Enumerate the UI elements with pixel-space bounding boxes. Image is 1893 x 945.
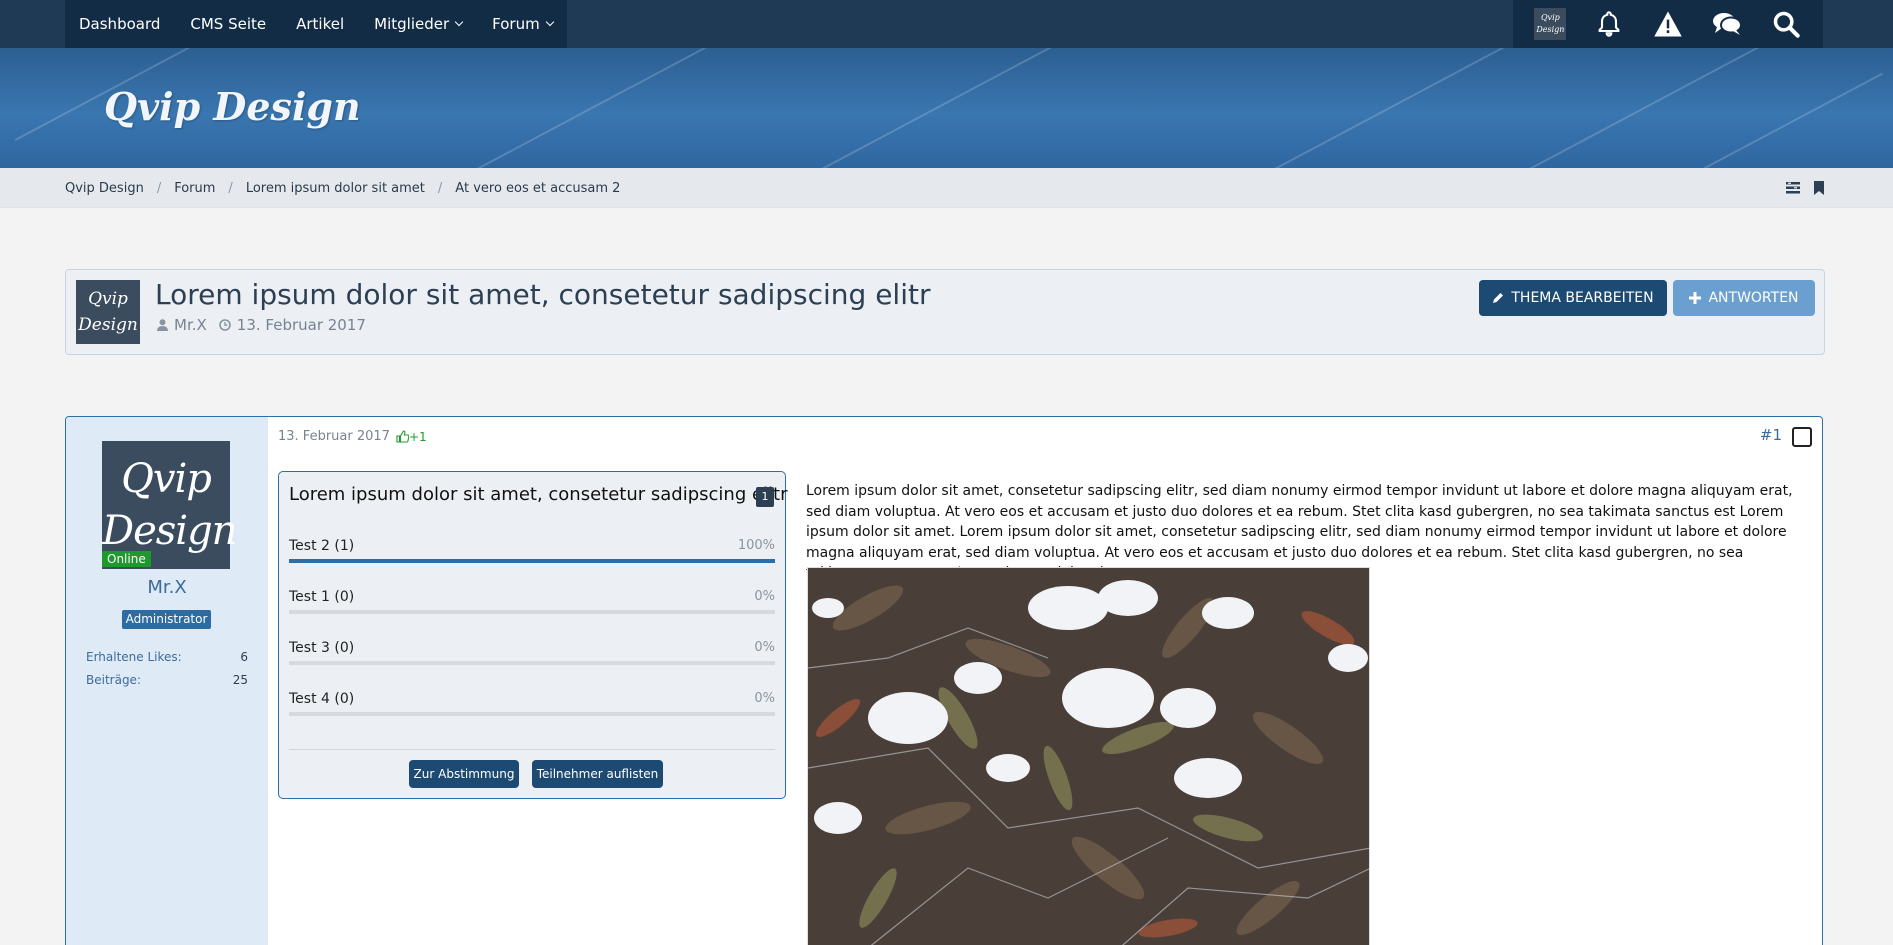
poll-option-percent: 0% (754, 691, 775, 706)
username[interactable]: Mr.X (66, 577, 268, 598)
poll-vote-count: 1 (756, 487, 774, 507)
poll-option-bar (289, 610, 775, 614)
user-stat-posts: Beiträge: 25 (86, 673, 248, 687)
decor-streak (404, 48, 776, 168)
post-date: 13. Februar 2017 +1 (278, 429, 427, 444)
poll-option-label: Test 4 (0) (289, 691, 355, 707)
post-date-text[interactable]: 13. Februar 2017 (278, 429, 390, 444)
stat-label[interactable]: Beiträge: (86, 673, 141, 687)
nav-dashboard-label: Dashboard (79, 15, 161, 33)
poll-option-percent: 0% (754, 640, 775, 655)
chevron-down-icon (454, 17, 464, 27)
poll-title: Lorem ipsum dolor sit amet, consetetur s… (289, 484, 788, 505)
bookmark-icon[interactable] (1813, 180, 1825, 199)
decor-streak (1172, 48, 1528, 168)
nav-artikel[interactable]: Artikel (296, 15, 344, 33)
reply-label: ANTWORTEN (1708, 290, 1799, 306)
breadcrumb-bar: Qvip Design / Forum / Lorem ipsum dolor … (0, 168, 1893, 208)
nav-dashboard[interactable]: Dashboard (79, 15, 160, 33)
vote-button[interactable]: Zur Abstimmung (409, 760, 519, 788)
breadcrumb-item[interactable]: Qvip Design (65, 181, 144, 196)
nav-cms-seite[interactable]: CMS Seite (190, 15, 266, 33)
chat-bubbles-icon[interactable] (1711, 8, 1743, 40)
user-avatar-icon[interactable]: Qvip Design (1534, 8, 1567, 40)
top-navigation-bar: Dashboard CMS Seite Artikel Mitglieder F… (0, 0, 1893, 48)
breadcrumb-item[interactable]: Lorem ipsum dolor sit amet (246, 181, 425, 196)
breadcrumb-separator: / (156, 180, 162, 196)
breadcrumb-separator: / (437, 180, 443, 196)
poll-option: Test 4 (0) 0% (289, 691, 775, 731)
post-user-pane: Qvip Design Online Mr.X Administrator Erh… (66, 417, 268, 945)
poll-option: Test 2 (1) 100% (289, 538, 775, 578)
decor-streak (1617, 72, 1883, 168)
user-tools: Qvip Design (1513, 0, 1823, 48)
post-number[interactable]: #1 (1760, 426, 1782, 444)
chevron-down-icon (545, 17, 554, 27)
user-stat-likes: Erhaltene Likes: 6 (86, 650, 248, 664)
nav-artikel-label: Artikel (296, 15, 345, 33)
main-nav: Dashboard CMS Seite Artikel Mitglieder F… (65, 0, 567, 48)
search-icon[interactable] (1770, 8, 1802, 40)
poll: Lorem ipsum dolor sit amet, consetetur s… (278, 471, 788, 799)
poll-option-label: Test 1 (0) (289, 589, 355, 605)
edit-thread-button[interactable]: THEMA BEARBEITEN (1479, 280, 1667, 316)
poll-option: Test 3 (0) 0% (289, 640, 775, 680)
decor-streak (788, 48, 1232, 168)
site-header: Qvip Design (0, 48, 1893, 168)
thread-date-text: 13. Februar 2017 (236, 316, 366, 334)
thread-avatar[interactable]: Qvip Design (76, 280, 140, 344)
poll-option-bar (289, 661, 775, 665)
poll-option-percent: 0% (754, 589, 775, 604)
poll-option-percent: 100% (737, 538, 775, 553)
page-title: Lorem ipsum dolor sit amet, consetetur s… (155, 278, 931, 311)
decor-streak (1476, 48, 1884, 168)
thread-date: 13. Februar 2017 (218, 316, 366, 334)
poll-divider (289, 749, 775, 750)
like-count-text: +1 (408, 429, 427, 444)
thread-header: Qvip Design Lorem ipsum dolor sit amet, c… (65, 269, 1825, 355)
mini-logo: Qvip Design (1534, 8, 1567, 40)
like-count[interactable]: +1 (396, 430, 427, 444)
thread-author[interactable]: Mr.X (157, 316, 207, 334)
nav-forum-label: Forum (492, 15, 540, 33)
nav-forum[interactable]: Forum (492, 15, 554, 33)
list-participants-button[interactable]: Teilnehmer auflisten (532, 760, 663, 788)
warning-icon[interactable] (1652, 8, 1684, 40)
post-image[interactable] (807, 567, 1370, 945)
poll-option-label: Test 3 (0) (289, 640, 355, 656)
poll-option: Test 1 (0) 0% (289, 589, 775, 629)
user-icon (157, 319, 168, 331)
poll-option-label: Test 2 (1) (289, 538, 355, 554)
breadcrumb-item[interactable]: Forum (174, 181, 215, 196)
breadcrumb-tools (1785, 180, 1825, 199)
nav-mitglieder-label: Mitglieder (374, 15, 450, 33)
edit-thread-label: THEMA BEARBEITEN (1511, 290, 1654, 306)
thread-author-name: Mr.X (174, 316, 207, 334)
poll-option-fill (289, 559, 775, 563)
stat-value: 6 (240, 650, 248, 664)
avatar[interactable]: Qvip Design (102, 441, 237, 569)
stat-value: 25 (232, 673, 248, 687)
reply-button[interactable]: ANTWORTEN (1673, 280, 1815, 316)
online-badge: Online (102, 551, 151, 567)
list-view-icon[interactable] (1785, 180, 1801, 199)
breadcrumb-separator: / (228, 180, 233, 196)
bell-icon[interactable] (1593, 8, 1625, 40)
breadcrumb: Qvip Design / Forum / Lorem ipsum dolor … (65, 168, 620, 208)
nav-mitglieder[interactable]: Mitglieder (374, 15, 464, 33)
user-role-badge: Administrator (122, 610, 211, 629)
breadcrumb-item[interactable]: At vero eos et accusam 2 (455, 181, 620, 196)
poll-option-bar (289, 712, 775, 716)
site-logo[interactable]: Qvip Design (104, 84, 361, 129)
plus-icon (1689, 292, 1702, 304)
pencil-icon (1493, 293, 1504, 303)
stat-label[interactable]: Erhaltene Likes: (86, 650, 182, 664)
clock-icon (218, 319, 231, 331)
post-select-checkbox[interactable] (1792, 427, 1812, 447)
thumbs-up-icon (396, 430, 409, 443)
nav-cms-label: CMS Seite (190, 15, 267, 33)
post: Qvip Design Online Mr.X Administrator Erh… (65, 416, 1823, 945)
thread-meta: Mr.X 13. Februar 2017 (157, 316, 378, 334)
poll-option-bar (289, 559, 775, 563)
